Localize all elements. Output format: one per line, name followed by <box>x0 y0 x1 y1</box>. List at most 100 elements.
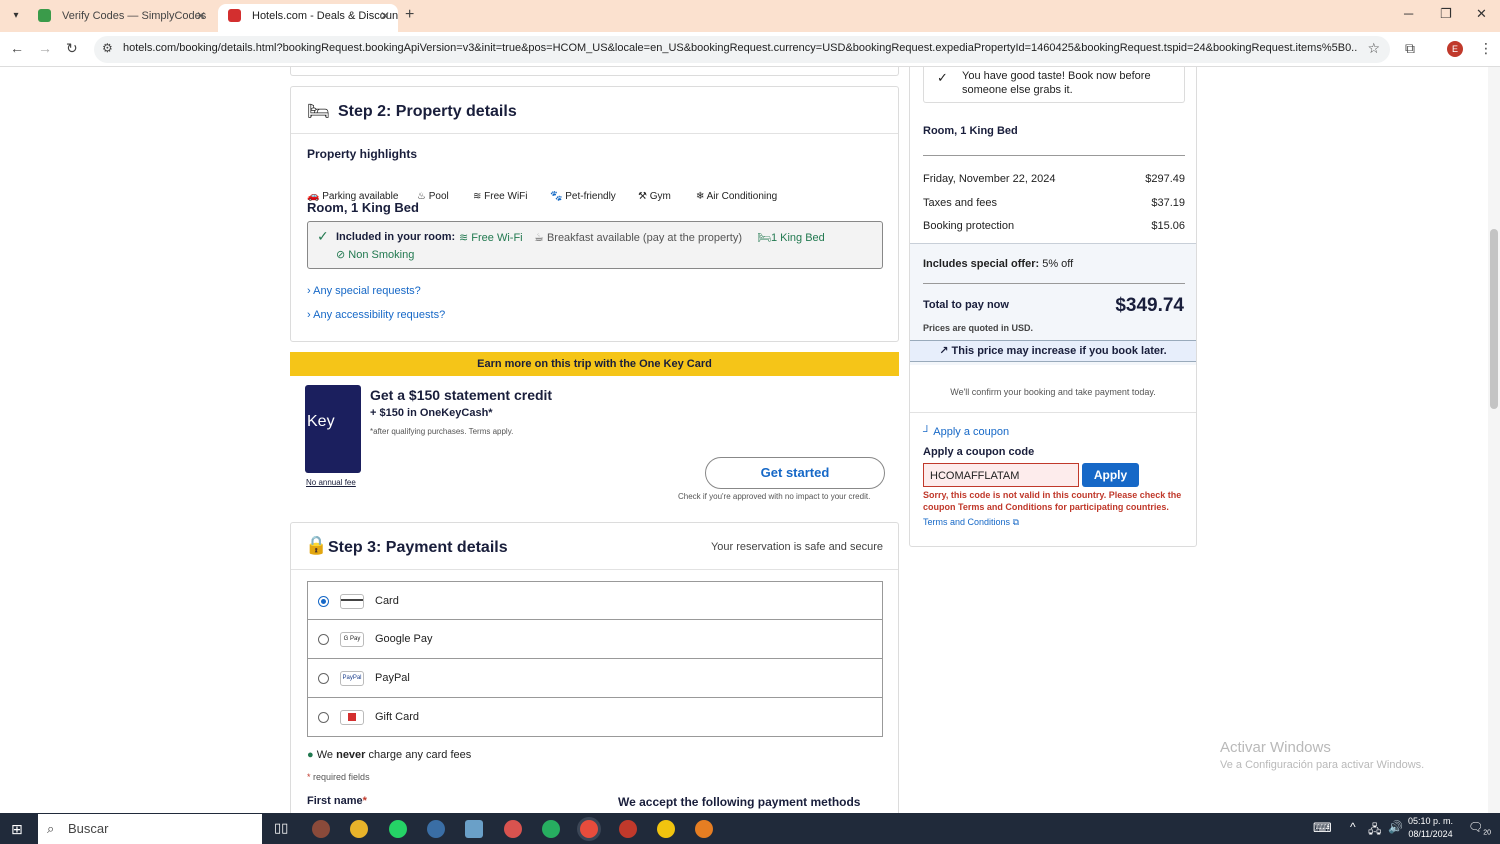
menu-icon[interactable]: ⋮ <box>1479 40 1493 57</box>
card-radio[interactable] <box>318 596 329 607</box>
bookmark-star-icon[interactable]: ☆ <box>1367 40 1380 57</box>
extensions-icon[interactable]: ⧉ <box>1405 40 1415 57</box>
highlight-label: Air Conditioning <box>706 191 778 202</box>
tab-simplycodes[interactable]: Verify Codes — SimplyCodes ✕ <box>28 4 214 32</box>
divider <box>923 155 1185 156</box>
forward-icon[interactable]: → <box>38 40 52 56</box>
close-window-icon[interactable]: ✕ <box>1476 6 1487 22</box>
taskbar-search[interactable]: ⌕ Buscar <box>38 814 262 844</box>
paypal-radio[interactable] <box>318 673 329 684</box>
payment-option-paypal[interactable]: PayPal PayPal <box>307 659 883 698</box>
close-tab-icon[interactable]: ✕ <box>380 4 390 28</box>
get-started-button[interactable]: Get started <box>705 457 885 489</box>
vpn-icon[interactable] <box>427 820 445 838</box>
chrome-icon[interactable] <box>350 820 368 838</box>
price-line: Taxes and fees $37.19 <box>923 197 1185 209</box>
apply-coupon-link[interactable]: ┘ Apply a coupon <box>923 426 1009 438</box>
accessibility-requests-link[interactable]: › Any accessibility requests? <box>307 309 445 321</box>
new-tab-icon[interactable]: + <box>405 6 414 24</box>
profile-avatar[interactable]: E <box>1447 41 1463 57</box>
gift-card-icon <box>340 710 364 725</box>
chrome-profile-icon[interactable] <box>657 820 675 838</box>
google-pay-icon: G Pay <box>340 632 364 647</box>
room-title: Room, 1 King Bed <box>307 200 419 215</box>
googlepay-radio[interactable] <box>318 634 329 645</box>
special-requests-link[interactable]: › Any special requests? <box>307 285 421 297</box>
payment-option-card[interactable]: Card <box>307 581 883 620</box>
tab-hotels[interactable]: Hotels.com - Deals & Discounts ✕ <box>218 4 398 32</box>
included-label: Included in your room: <box>336 231 456 243</box>
reload-icon[interactable]: ↻ <box>66 40 78 57</box>
coupon-title: Apply a coupon code <box>923 446 1035 458</box>
accepted-methods-title: We accept the following payment methods <box>618 795 861 809</box>
payment-option-label: PayPal <box>375 672 410 684</box>
watermark-title: Activar Windows <box>1220 739 1331 756</box>
paw-icon: 🐾 <box>550 191 563 202</box>
terms-link[interactable]: Terms and Conditions ⧉ <box>923 517 1019 528</box>
no-annual-fee-link[interactable]: No annual fee <box>306 478 356 487</box>
payment-option-googlepay[interactable]: G Pay Google Pay <box>307 620 883 659</box>
highlight-label: Pool <box>428 191 449 202</box>
volume-icon[interactable]: 🔊 <box>1388 820 1403 834</box>
tab-search-icon[interactable]: ▾ <box>6 7 26 25</box>
snowflake-icon: ❄ <box>696 191 705 202</box>
chrome-profile-icon[interactable] <box>695 820 713 838</box>
good-taste-box: ✓ You have good taste! Book now before s… <box>923 67 1185 103</box>
total-value: $349.74 <box>1115 295 1184 316</box>
back-icon[interactable]: ← <box>10 40 24 56</box>
tray-chevron-icon[interactable]: ^ <box>1350 820 1356 834</box>
credit-card-icon <box>340 594 364 609</box>
notepad-icon[interactable] <box>465 820 483 838</box>
task-view-icon[interactable]: ▯▯ <box>274 820 288 836</box>
chrome-profile-icon[interactable] <box>580 820 598 838</box>
terms-label: Terms and Conditions <box>923 517 1011 527</box>
restore-icon[interactable]: ❐ <box>1440 6 1452 22</box>
tab-title: Verify Codes — SimplyCodes <box>62 10 207 22</box>
clock[interactable]: 05:10 p. m. 08/11/2024 <box>1408 815 1453 841</box>
page-scrollbar[interactable] <box>1488 67 1500 813</box>
price-line-label: Friday, November 22, 2024 <box>923 173 1056 185</box>
giftcard-radio[interactable] <box>318 712 329 723</box>
price-line: Booking protection $15.06 <box>923 220 1185 232</box>
step3-title: Step 3: Payment details <box>328 539 508 556</box>
payment-option-label: Card <box>375 595 399 607</box>
keyboard-icon[interactable]: ⌨ <box>1313 820 1332 836</box>
close-tab-icon[interactable]: ✕ <box>196 4 206 28</box>
url-field[interactable]: ⚙ hotels.com/booking/details.html?bookin… <box>94 36 1390 63</box>
highlight-label: Pet-friendly <box>565 191 616 202</box>
chrome-profile-icon[interactable] <box>504 820 522 838</box>
site-info-icon[interactable]: ⚙ <box>102 41 113 55</box>
payment-option-giftcard[interactable]: Gift Card <box>307 698 883 737</box>
tab-title: Hotels.com - Deals & Discounts <box>252 10 398 22</box>
apply-coupon-label: Apply a coupon <box>933 426 1010 438</box>
network-icon[interactable]: 🖧 <box>1368 820 1381 841</box>
whatsapp-icon[interactable] <box>389 820 407 838</box>
simplycodes-favicon-icon <box>38 9 51 22</box>
windows-start-icon[interactable]: ⊞ <box>11 821 23 838</box>
onekey-banner: Earn more on this trip with the One Key … <box>290 352 899 376</box>
notification-icon[interactable]: 🗨20 <box>1468 820 1491 836</box>
corner-arrow-icon: ┘ <box>923 426 931 438</box>
property-details-card: 🛏 Step 2: Property details Property high… <box>290 86 899 342</box>
chrome-profile-icon[interactable] <box>542 820 560 838</box>
search-icon: ⌕ <box>47 821 55 836</box>
no-fees-pre: We <box>316 749 334 761</box>
price-increase-alert: ↗ This price may increase if you book la… <box>910 340 1196 362</box>
secure-note: Your reservation is safe and secure <box>710 541 883 553</box>
included-bed-label: 1 King Bed <box>770 232 825 244</box>
onekey-title: Get a $150 statement credit <box>370 387 553 403</box>
divider <box>923 283 1185 284</box>
minimize-icon[interactable]: ─ <box>1404 6 1413 21</box>
bed-icon: 🛏 <box>307 101 330 121</box>
scrollbar-thumb[interactable] <box>1490 229 1498 409</box>
divider <box>291 133 898 134</box>
required-star: * <box>307 772 311 782</box>
highlight-label: Gym <box>649 191 671 202</box>
chrome-profile-icon[interactable] <box>619 820 637 838</box>
highlight-gym: ⚒ Gym <box>638 191 671 202</box>
app-icon[interactable] <box>312 820 330 838</box>
coupon-input[interactable]: HCOMAFFLATAM <box>923 463 1079 487</box>
highlight-pool: ♨ Pool <box>417 191 449 202</box>
price-line-value: $15.06 <box>1151 220 1185 232</box>
apply-button[interactable]: Apply <box>1082 463 1139 487</box>
